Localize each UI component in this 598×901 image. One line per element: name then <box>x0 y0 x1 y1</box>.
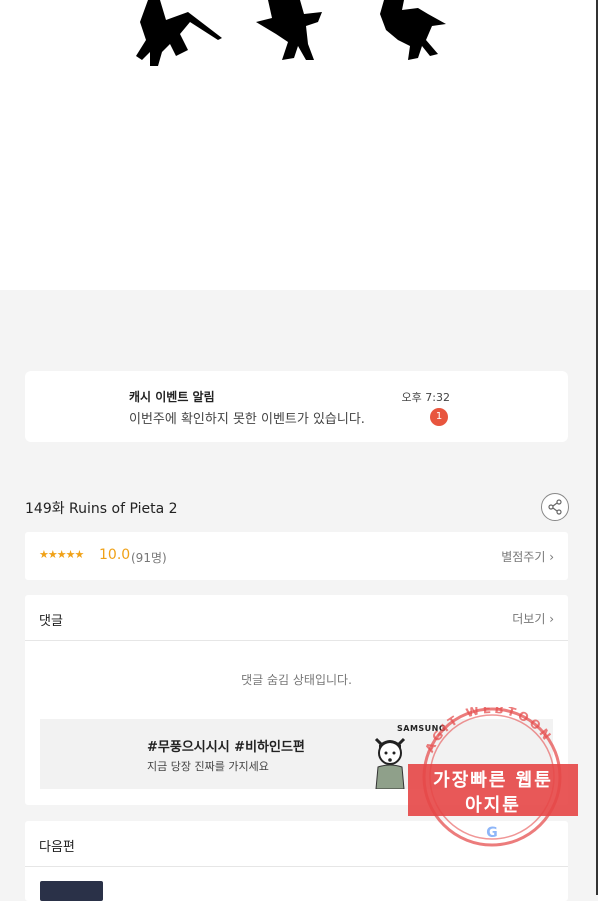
rate-button[interactable]: 별점주기 › <box>501 548 554 565</box>
rating-stars: ★★★★★ <box>39 548 84 561</box>
webtoon-panel <box>0 0 598 290</box>
divider <box>25 866 568 867</box>
notification-time: 오후 7:32 <box>401 391 450 404</box>
silhouette-figures <box>136 0 446 66</box>
next-episode-thumbnail[interactable] <box>40 881 103 901</box>
episode-title: 149화 Ruins of Pieta 2 <box>25 501 178 517</box>
divider <box>25 640 568 641</box>
watermark-text-line2: 아지툰 <box>465 795 521 816</box>
notification-title: 캐시 이벤트 알림 <box>129 390 215 404</box>
comments-hidden-notice: 댓글 숨김 상태입니다. <box>241 673 352 687</box>
rating-score: 10.0 <box>99 547 131 563</box>
share-button[interactable] <box>541 493 569 521</box>
notification-badge: 1 <box>430 408 448 426</box>
ad-subline: 지금 당장 진짜를 가지세요 <box>147 760 269 773</box>
share-icon <box>548 499 562 515</box>
ad-character-image <box>374 737 406 789</box>
notification-card[interactable]: 캐시 이벤트 알림 이번주에 확인하지 못한 이벤트가 있습니다. 오후 7:3… <box>25 371 568 442</box>
svg-text:G: G <box>486 825 498 841</box>
comments-title: 댓글 <box>39 614 63 629</box>
ad-headline: #무풍으시시시 #비하인드편 <box>147 740 305 755</box>
watermark-text-line1: 가장빠른 웹툰 <box>433 770 553 791</box>
rating-count: (91명) <box>131 551 167 565</box>
notification-body: 이번주에 확인하지 못한 이벤트가 있습니다. <box>129 412 365 427</box>
next-episode-title: 다음편 <box>39 840 75 855</box>
rating-bar: ★★★★★ 10.0 (91명) 별점주기 › <box>25 532 568 580</box>
comments-more-link[interactable]: 더보기 › <box>512 610 554 627</box>
svg-text:AGIT WEBTOON: AGIT WEBTOON <box>422 707 555 755</box>
